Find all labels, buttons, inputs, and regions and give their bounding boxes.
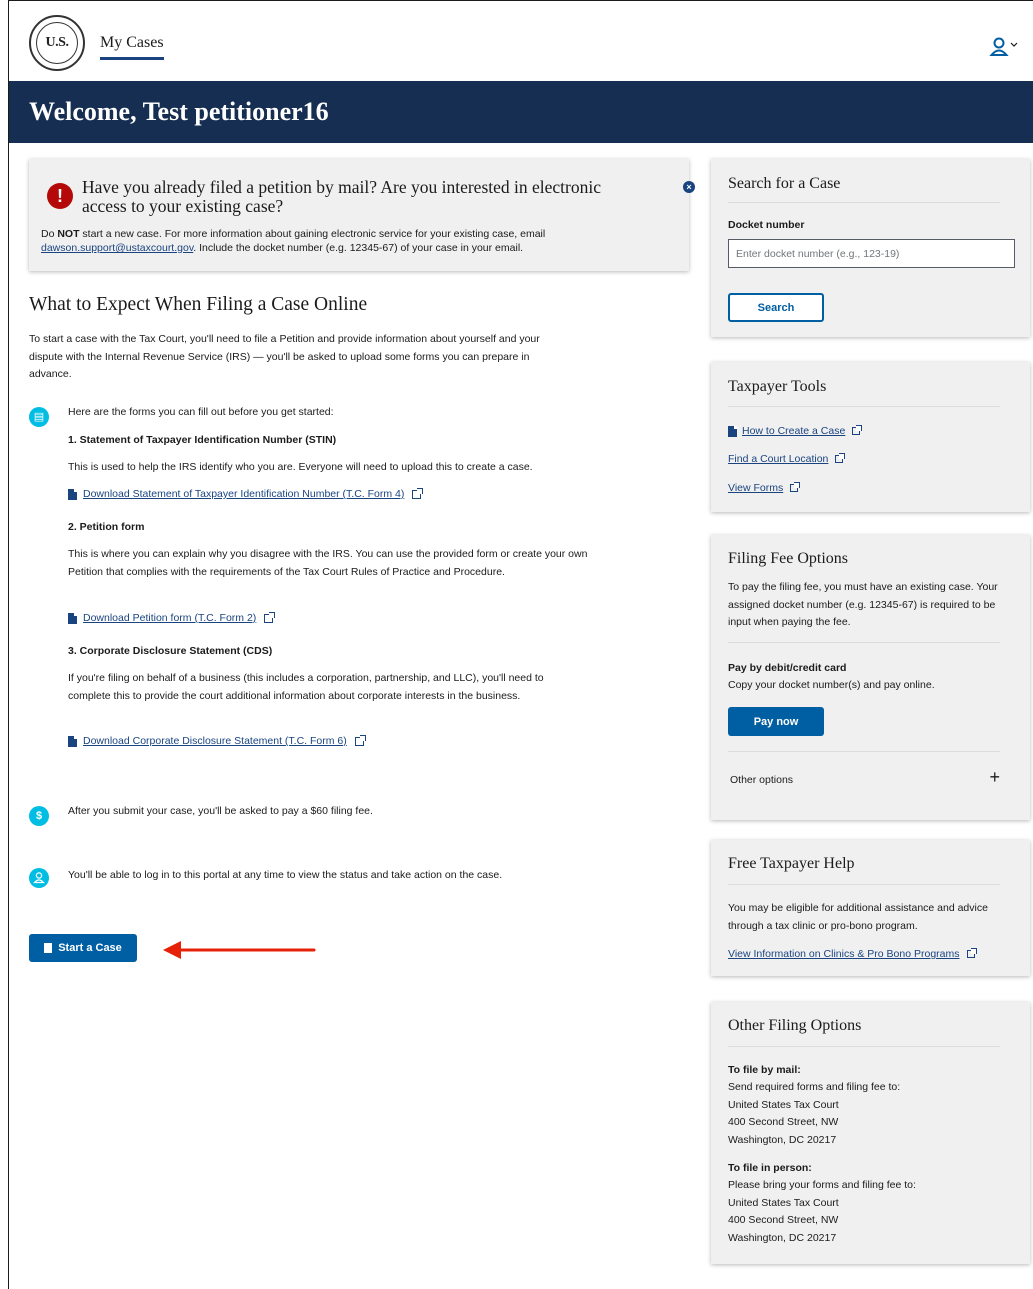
- mail-label: To file by mail:: [728, 1064, 801, 1076]
- user-icon: [989, 37, 1018, 56]
- person-icon: [29, 868, 49, 888]
- mail-line: Washington, DC 20217: [728, 1133, 837, 1146]
- form-1-title: 1. Statement of Taxpayer Identification …: [68, 434, 337, 446]
- filing-fee-card: Filing Fee Options To pay the filing fee…: [711, 535, 1030, 820]
- section-title: What to Expect When Filing a Case Online: [29, 294, 368, 315]
- site-header: U.S. My Cases: [9, 1, 1033, 81]
- download-cds-label: Download Corporate Disclosure Statement …: [83, 735, 347, 747]
- docket-number-label: Docket number: [728, 219, 805, 231]
- mail-line: 400 Second Street, NW: [728, 1116, 839, 1128]
- mail-line: Send required forms and filing fee to:: [728, 1081, 901, 1093]
- alert-heading: Have you already filed a petition by mai…: [82, 177, 601, 216]
- annotation-arrow: [163, 941, 316, 959]
- mail-address: Send required forms and filing fee to: U…: [728, 1079, 1013, 1149]
- dollar-icon: $: [29, 806, 49, 826]
- fees-card-title: Filing Fee Options: [728, 550, 849, 567]
- view-forms-link[interactable]: View Forms: [728, 482, 801, 494]
- person-line: Please bring your forms and filing fee t…: [728, 1179, 916, 1191]
- download-stin-link[interactable]: Download Statement of Taxpayer Identific…: [68, 487, 424, 500]
- how-to-create-case-label: How to Create a Case: [742, 425, 846, 437]
- free-help-card: Free Taxpayer Help You may be eligible f…: [711, 840, 1030, 976]
- external-link-icon: [835, 453, 846, 463]
- person-line: United States Tax Court: [728, 1196, 839, 1209]
- pdf-icon: [68, 735, 77, 747]
- chevron-down-icon: [1010, 42, 1018, 47]
- fee-note: After you submit your case, you'll be as…: [68, 805, 373, 817]
- pdf-icon: [68, 612, 77, 624]
- divider: [728, 884, 1000, 885]
- person-glyph: [33, 872, 45, 884]
- form-2-desc: This is where you can explain why you di…: [68, 548, 588, 578]
- other-filing-card: Other Filing Options To file by mail: Se…: [711, 1002, 1030, 1264]
- support-email-link[interactable]: dawson.support@ustaxcourt.gov: [41, 242, 193, 254]
- mail-line: United States Tax Court: [728, 1098, 839, 1111]
- download-cds-link[interactable]: Download Corporate Disclosure Statement …: [68, 734, 366, 747]
- download-petition-link[interactable]: Download Petition form (T.C. Form 2): [68, 611, 276, 624]
- download-petition-label: Download Petition form (T.C. Form 2): [83, 612, 257, 624]
- help-card-title: Free Taxpayer Help: [728, 855, 855, 872]
- external-link-icon: [790, 482, 801, 492]
- document-icon: ▤: [29, 407, 49, 427]
- form-2-title: 2. Petition form: [68, 521, 145, 533]
- person-line: Washington, DC 20217: [728, 1231, 837, 1244]
- external-link-icon: [852, 425, 863, 435]
- pdf-icon: [68, 488, 77, 500]
- in-person-label: To file in person:: [728, 1162, 812, 1174]
- other-filing-title: Other Filing Options: [728, 1017, 862, 1034]
- portal-note: You'll be able to log in to this portal …: [68, 869, 503, 881]
- divider: [728, 642, 1000, 643]
- docket-number-input[interactable]: [728, 239, 1015, 268]
- alert-body: Do NOT start a new case. For more inform…: [41, 228, 546, 254]
- search-button[interactable]: Search: [728, 293, 824, 322]
- close-icon[interactable]: ×: [683, 181, 695, 193]
- tax-court-seal-logo[interactable]: U.S.: [29, 15, 85, 71]
- form-1-desc: This is used to help the IRS identify wh…: [68, 461, 533, 473]
- find-court-location-label: Find a Court Location: [728, 453, 829, 465]
- view-forms-label: View Forms: [728, 482, 784, 494]
- external-link-icon: [412, 487, 424, 499]
- in-person-address: Please bring your forms and filing fee t…: [728, 1177, 1013, 1247]
- external-link-icon: [264, 611, 276, 623]
- pdf-icon: [728, 425, 737, 437]
- seal-text: U.S.: [45, 35, 69, 50]
- pay-card-desc: Copy your docket number(s) and pay onlin…: [728, 679, 935, 691]
- tools-card-title: Taxpayer Tools: [728, 378, 827, 395]
- page-title: Welcome, Test petitioner16: [29, 97, 329, 126]
- help-desc: You may be eligible for additional assis…: [728, 902, 988, 932]
- external-link-icon: [354, 734, 366, 746]
- divider: [728, 202, 1000, 203]
- search-case-card: Search for a Case Docket number Search: [711, 159, 1030, 337]
- error-icon: !: [47, 183, 73, 209]
- search-card-title: Search for a Case: [728, 175, 841, 192]
- page-frame: U.S. My Cases Welcome, Test petitioner16…: [8, 0, 1033, 1289]
- divider: [728, 1046, 1000, 1047]
- form-3-title: 3. Corporate Disclosure Statement (CDS): [68, 645, 273, 657]
- form-3-desc: If you're filing on behalf of a business…: [68, 672, 544, 702]
- start-case-button[interactable]: Start a Case: [29, 934, 137, 962]
- other-options-toggle[interactable]: Other options +: [728, 765, 1000, 795]
- welcome-banner: Welcome, Test petitioner16: [9, 81, 1033, 143]
- intro-text: To start a case with the Tax Court, you'…: [29, 333, 540, 380]
- find-court-location-link[interactable]: Find a Court Location: [728, 453, 846, 465]
- fees-desc: To pay the filing fee, you must have an …: [728, 581, 998, 628]
- divider: [728, 751, 1000, 752]
- person-line: 400 Second Street, NW: [728, 1214, 839, 1226]
- external-link-icon: [966, 948, 977, 958]
- nav-my-cases[interactable]: My Cases: [100, 34, 164, 60]
- other-options-label: Other options: [730, 774, 794, 786]
- start-case-label: Start a Case: [58, 942, 122, 954]
- existing-case-alert: ! Have you already filed a petition by m…: [29, 159, 695, 271]
- divider: [728, 406, 1000, 407]
- how-to-create-case-link[interactable]: How to Create a Case: [728, 425, 863, 437]
- clinics-info-link[interactable]: View Information on Clinics & Pro Bono P…: [728, 948, 977, 960]
- plus-icon: +: [989, 767, 1000, 787]
- file-icon: [44, 943, 53, 953]
- user-menu-button[interactable]: [989, 35, 1025, 59]
- clinics-info-label: View Information on Clinics & Pro Bono P…: [728, 948, 960, 960]
- pay-now-button[interactable]: Pay now: [728, 707, 824, 736]
- taxpayer-tools-card: Taxpayer Tools How to Create a Case Find…: [711, 362, 1030, 512]
- download-stin-label: Download Statement of Taxpayer Identific…: [83, 488, 405, 500]
- pay-card-label: Pay by debit/credit card: [728, 662, 847, 674]
- forms-intro: Here are the forms you can fill out befo…: [68, 406, 334, 418]
